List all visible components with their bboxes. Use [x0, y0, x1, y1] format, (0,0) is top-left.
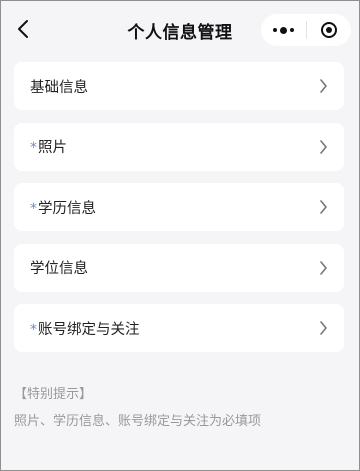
- nav-bar: 个人信息管理: [1, 1, 359, 59]
- chevron-right-icon: [316, 200, 330, 214]
- menu-item-label: *学历信息: [30, 200, 96, 217]
- menu-item-label: 基础信息: [30, 79, 88, 96]
- mini-program-capsule: [261, 14, 351, 46]
- menu-item-education[interactable]: *学历信息: [14, 183, 344, 231]
- menu-item-basic-info[interactable]: 基础信息: [14, 62, 344, 110]
- menu-item-degree[interactable]: 学位信息: [14, 243, 344, 292]
- required-mark: *: [30, 200, 37, 217]
- menu-item-label: *账号绑定与关注: [30, 321, 140, 338]
- menu-item-label: *照片: [30, 140, 67, 156]
- app-frame: 个人信息管理 基础信息 *照片 *学历信息 学位信息 *账号绑定与关注 【特别提…: [0, 0, 360, 471]
- more-button[interactable]: [261, 14, 306, 46]
- notice-title: 【特别提示】: [14, 387, 93, 402]
- chevron-right-icon: [316, 79, 330, 93]
- menu-item-photo[interactable]: *照片: [14, 122, 344, 171]
- target-circle-icon: [320, 22, 337, 38]
- required-mark: *: [30, 321, 37, 338]
- chevron-right-icon: [316, 139, 330, 154]
- chevron-right-icon: [316, 260, 330, 275]
- required-mark: *: [30, 140, 37, 156]
- chevron-right-icon: [316, 321, 330, 335]
- special-notice: 【特别提示】 照片、学历信息、账号绑定与关注为必填项: [14, 383, 344, 429]
- info-menu-list: 基础信息 *照片 *学历信息 学位信息 *账号绑定与关注: [14, 62, 344, 365]
- menu-item-account-binding[interactable]: *账号绑定与关注: [14, 304, 344, 352]
- more-dots-icon: [272, 26, 294, 34]
- menu-item-label: 学位信息: [30, 261, 88, 277]
- notice-body: 照片、学历信息、账号绑定与关注为必填项: [14, 414, 262, 429]
- close-button[interactable]: [306, 14, 351, 46]
